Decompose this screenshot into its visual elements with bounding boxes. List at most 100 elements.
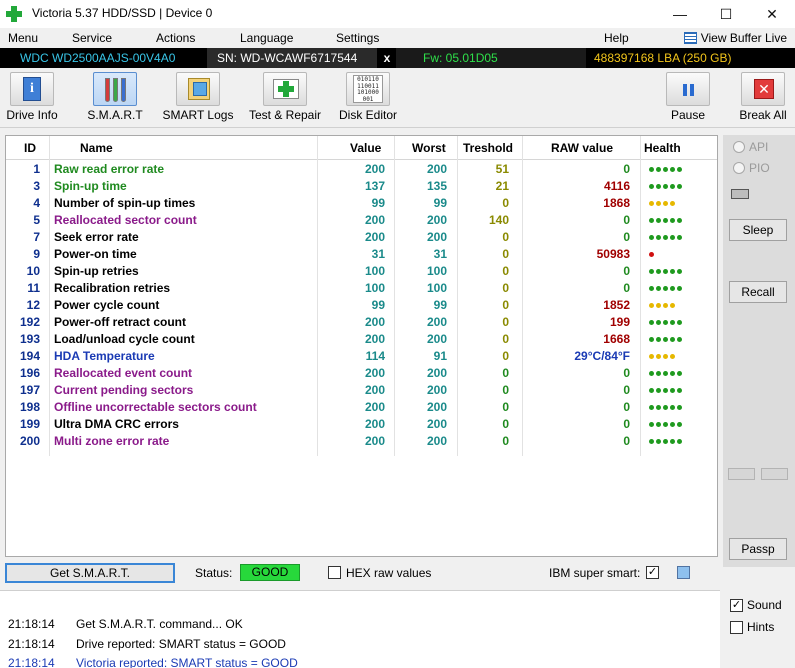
table-row[interactable]: 198 Offline uncorrectable sectors count 20… <box>6 399 717 416</box>
cell-raw: 0 <box>623 434 630 448</box>
cell-threshold: 0 <box>502 230 509 244</box>
header-threshold: Treshold <box>463 141 514 155</box>
cell-id: 3 <box>33 179 40 193</box>
close-button[interactable]: ✕ <box>749 0 795 28</box>
table-row[interactable]: 192 Power-off retract count 200 200 0 199 <box>6 314 717 331</box>
cell-raw: 0 <box>623 400 630 414</box>
health-dot <box>649 303 654 308</box>
hints-option[interactable]: Hints <box>730 620 774 634</box>
health-dot <box>677 184 682 189</box>
minimize-button[interactable]: — <box>657 0 703 28</box>
cell-raw: 0 <box>623 264 630 278</box>
pio-radio[interactable]: PIO <box>733 161 770 175</box>
api-radio[interactable]: API <box>733 140 768 154</box>
test-repair-label: Test & Repair <box>248 108 322 122</box>
cell-worst: 200 <box>426 162 447 176</box>
status-badge: GOOD <box>240 564 300 581</box>
table-row[interactable]: 1 Raw read error rate 200 200 51 0 <box>6 161 717 178</box>
cell-health-dots <box>649 385 684 395</box>
health-dot <box>677 235 682 240</box>
cell-health-dots <box>649 232 684 242</box>
menu-actions[interactable]: Actions <box>156 31 195 45</box>
tiny-button-left[interactable] <box>728 468 755 480</box>
health-dot <box>663 422 668 427</box>
cell-value: 137 <box>364 179 385 193</box>
port-indicator <box>731 189 749 199</box>
cell-value: 200 <box>364 162 385 176</box>
cell-id: 194 <box>19 349 40 363</box>
recall-button[interactable]: Recall <box>729 281 787 303</box>
table-row[interactable]: 11 Recalibration retries 100 100 0 0 <box>6 280 717 297</box>
pause-button[interactable]: Pause <box>665 72 711 126</box>
cell-name: Current pending sectors <box>54 383 194 397</box>
test-tubes-icon <box>93 72 137 106</box>
passp-button[interactable]: Passp <box>729 538 787 560</box>
table-row[interactable]: 10 Spin-up retries 100 100 0 0 <box>6 263 717 280</box>
disk-editor-button[interactable]: 010110 110011 101000 001 Disk Editor <box>337 72 399 126</box>
menu-language[interactable]: Language <box>240 31 293 45</box>
health-dot <box>670 371 675 376</box>
cell-id: 4 <box>33 196 40 210</box>
tiny-button-right[interactable] <box>761 468 788 480</box>
sleep-button[interactable]: Sleep <box>729 219 787 241</box>
menu-settings[interactable]: Settings <box>336 31 379 45</box>
close-drive-icon[interactable]: x <box>378 48 396 68</box>
table-row[interactable]: 3 Spin-up time 137 135 21 4116 <box>6 178 717 195</box>
menu-service[interactable]: Service <box>72 31 112 45</box>
table-row[interactable]: 199 Ultra DMA CRC errors 200 200 0 0 <box>6 416 717 433</box>
menu-menu[interactable]: Menu <box>8 31 38 45</box>
cell-value: 200 <box>364 434 385 448</box>
table-row[interactable]: 196 Reallocated event count 200 200 0 0 <box>6 365 717 382</box>
drive-info-button[interactable]: i Drive Info <box>3 72 61 126</box>
cell-health-dots <box>649 402 684 412</box>
table-row[interactable]: 197 Current pending sectors 200 200 0 0 <box>6 382 717 399</box>
maximize-button[interactable]: ☐ <box>703 0 749 28</box>
menu-help[interactable]: Help <box>604 31 629 45</box>
health-dot <box>656 218 661 223</box>
log-line: 21:18:14 Get S.M.A.R.T. command... OK <box>8 617 243 631</box>
cell-raw: 1852 <box>603 298 630 312</box>
cell-raw: 0 <box>623 213 630 227</box>
health-dot <box>670 337 675 342</box>
health-dot <box>670 286 675 291</box>
health-dot <box>656 371 661 376</box>
drive-model[interactable]: WDC WD2500AAJS-00V4A0 <box>0 48 207 68</box>
health-dot <box>649 422 654 427</box>
sound-checkbox[interactable]: ✓ <box>730 598 743 612</box>
log-area[interactable]: 21:18:14 Get S.M.A.R.T. command... OK 21:… <box>0 590 720 668</box>
ibm-super-smart-checkbox[interactable]: ✓ <box>646 566 659 579</box>
cell-name: HDA Temperature <box>54 349 155 363</box>
table-row[interactable]: 9 Power-on time 31 31 0 50983 <box>6 246 717 263</box>
drive-lba: 488397168 LBA (250 GB) <box>594 51 732 65</box>
test-repair-button[interactable]: Test & Repair <box>246 72 324 126</box>
table-row[interactable]: 194 HDA Temperature 114 91 0 29°C/84°F <box>6 348 717 365</box>
get-smart-button[interactable]: Get S.M.A.R.T. <box>5 563 175 583</box>
hints-checkbox[interactable] <box>730 620 743 634</box>
health-dot <box>656 184 661 189</box>
table-row[interactable]: 193 Load/unload cycle count 200 200 0 1668 <box>6 331 717 348</box>
table-row[interactable]: 200 Multi zone error rate 200 200 0 0 <box>6 433 717 450</box>
hex-raw-checkbox[interactable] <box>328 566 341 579</box>
health-dot <box>670 405 675 410</box>
table-row[interactable]: 5 Reallocated sector count 200 200 140 0 <box>6 212 717 229</box>
smart-logs-button[interactable]: SMART Logs <box>162 72 234 126</box>
cell-health-dots <box>649 334 684 344</box>
table-row[interactable]: 4 Number of spin-up times 99 99 0 1868 <box>6 195 717 212</box>
smart-table[interactable]: ID Name Value Worst Treshold RAW value H… <box>5 135 718 557</box>
health-dot <box>663 354 668 359</box>
health-dot <box>677 269 682 274</box>
cell-value: 200 <box>364 366 385 380</box>
table-row[interactable]: 7 Seek error rate 200 200 0 0 <box>6 229 717 246</box>
health-dot <box>649 252 654 257</box>
cell-name: Spin-up retries <box>54 264 139 278</box>
break-all-button[interactable]: ✕ Break All <box>737 72 789 126</box>
log-text: Victoria reported: SMART status = GOOD <box>76 656 298 668</box>
smart-button[interactable]: S.M.A.R.T <box>84 72 146 126</box>
drive-firmware: Fw: 05.01D05 <box>396 48 586 68</box>
pause-icon <box>666 72 710 106</box>
view-buffer-live[interactable]: View Buffer Live <box>683 31 787 45</box>
health-dot <box>677 405 682 410</box>
table-row[interactable]: 12 Power cycle count 99 99 0 1852 <box>6 297 717 314</box>
color-indicator[interactable] <box>677 566 690 579</box>
sound-option[interactable]: ✓ Sound <box>730 598 782 612</box>
